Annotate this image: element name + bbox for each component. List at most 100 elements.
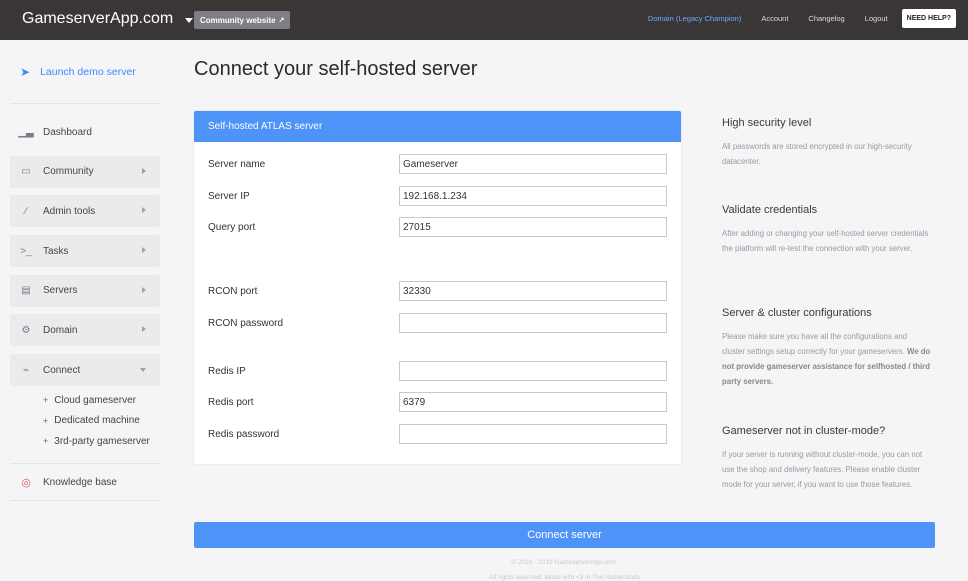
page-title: Connect your self-hosted server [194, 58, 478, 80]
chevron-down-icon [140, 368, 146, 373]
nav-account-link[interactable]: Account [751, 14, 798, 23]
sidebar: ➤ Launch demo server ▁▃ Dashboard ▭ Comm… [10, 40, 160, 502]
nav-logout-link[interactable]: Logout [855, 14, 898, 23]
info-validate: Validate credentials After adding or cha… [722, 204, 932, 256]
sidebar-item-label: Admin tools [43, 205, 96, 217]
sidebar-item-admin-tools[interactable]: ∕ Admin tools [10, 195, 160, 228]
need-help-button[interactable]: NEED HELP? [901, 9, 956, 28]
form-row-query-port: Query port 27015 [208, 217, 668, 237]
sidebar-item-dashboard[interactable]: ▁▃ Dashboard [10, 116, 160, 148]
wand-icon: ∕ [25, 205, 27, 217]
server-form-card: Self-hosted ATLAS server Server name Gam… [194, 111, 681, 464]
chart-icon: ▁▃ [18, 126, 34, 138]
redis-password-label: Redis password [208, 428, 280, 440]
sidebar-subitem-3rd-party-gameserver[interactable]: + 3rd-party gameserver [10, 431, 160, 452]
form-row-server-name: Server name Gameserver [208, 154, 668, 174]
server-ip-label: Server IP [208, 190, 250, 202]
chevron-down-icon [185, 17, 194, 23]
footer-copyright: © 2016 - 2019 GameserverApp.com. [511, 559, 618, 566]
form-row-server-ip: Server IP 192.168.1.234 [208, 186, 668, 206]
query-port-label: Query port [208, 221, 256, 233]
info-config-title: Server & cluster configurations [722, 307, 872, 319]
sidebar-subitem-cloud-gameserver[interactable]: + Cloud gameserver [10, 390, 160, 411]
sidebar-item-knowledge-base[interactable]: ◎ Knowledge base [10, 463, 160, 502]
sidebar-item-label: Community [43, 166, 94, 178]
form-row-redis-port: Redis port 6379 [208, 392, 668, 412]
chevron-right-icon [142, 286, 146, 293]
chevron-right-icon [142, 326, 146, 333]
nav-changelog-link[interactable]: Changelog [798, 14, 854, 23]
info-validate-title: Validate credentials [722, 204, 818, 216]
subitem-label: 3rd-party gameserver [54, 435, 150, 447]
form-row-redis-password: Redis password [208, 424, 668, 444]
sidebar-item-connect[interactable]: ⌁ Connect [10, 354, 160, 387]
redis-password-input[interactable] [399, 424, 667, 444]
sidebar-item-servers[interactable]: ▤ Servers [10, 274, 160, 307]
info-config: Server & cluster configurations Please m… [722, 307, 932, 389]
form-row-rcon-password: RCON password [208, 313, 668, 333]
info-config-body: Please make sure you have all the config… [722, 329, 932, 389]
server-name-label: Server name [208, 158, 266, 170]
nav-domain-link[interactable]: Domain (Legacy Champion) [638, 14, 751, 23]
plus-icon: + [43, 415, 49, 426]
info-cluster-title: Gameserver not in cluster-mode? [722, 425, 886, 437]
chevron-right-icon [142, 247, 146, 254]
external-link-icon: ↗ [278, 17, 285, 24]
brand-name: GameserverApp.com [22, 10, 174, 27]
launch-demo-server-link[interactable]: ➤ Launch demo server [10, 40, 160, 104]
sidebar-item-domain[interactable]: ⚙ Domain [10, 314, 160, 347]
sidebar-item-community[interactable]: ▭ Community [10, 155, 160, 188]
window-icon: ▭ [21, 166, 31, 178]
server-ip-input[interactable]: 192.168.1.234 [399, 186, 667, 206]
info-security-title: High security level [722, 117, 812, 129]
plug-icon: ⌁ [22, 364, 30, 376]
info-security-text: All passwords are stored encrypted in ou… [722, 142, 912, 166]
sidebar-item-label: Servers [43, 285, 78, 297]
community-website-label: Community website [200, 15, 276, 25]
form-row-rcon-port: RCON port 32330 [208, 281, 668, 301]
sidebar-item-tasks[interactable]: >_ Tasks [10, 235, 160, 268]
redis-port-label: Redis port [208, 396, 254, 408]
card-header: Self-hosted ATLAS server [194, 111, 681, 142]
rcon-password-label: RCON password [208, 317, 284, 329]
sidebar-item-label: Connect [43, 364, 81, 376]
chevron-right-icon [142, 167, 146, 174]
info-security: High security level All passwords are st… [722, 117, 932, 169]
plus-icon: + [43, 395, 49, 406]
connect-server-button[interactable]: Connect server [194, 522, 935, 548]
top-bar: GameserverApp.com Community website ↗ Do… [0, 0, 968, 40]
community-website-button[interactable]: Community website ↗ [194, 11, 291, 29]
info-validate-text: After adding or changing your self-hoste… [722, 229, 929, 253]
redis-ip-input[interactable] [399, 361, 667, 381]
server-icon: ▤ [21, 285, 31, 297]
footer-rights: All rights reserved. Made with <3 in The… [488, 574, 641, 581]
info-config-text: Please make sure you have all the config… [722, 332, 908, 356]
sidebar-subitem-dedicated-machine[interactable]: + Dedicated machine [10, 410, 160, 431]
rcon-password-input[interactable] [399, 313, 667, 333]
terminal-icon: >_ [20, 245, 32, 257]
info-cluster-text: If your server is running without cluste… [722, 450, 923, 489]
sidebar-item-label: Dashboard [43, 126, 92, 138]
plus-icon: + [43, 436, 49, 447]
redis-port-input[interactable]: 6379 [399, 392, 667, 412]
sidebar-item-label: Tasks [43, 245, 69, 257]
server-name-input[interactable]: Gameserver [399, 154, 667, 174]
subitem-label: Cloud gameserver [54, 394, 136, 406]
redis-ip-label: Redis IP [208, 365, 246, 377]
subitem-label: Dedicated machine [54, 415, 140, 427]
info-cluster: Gameserver not in cluster-mode? If your … [722, 425, 932, 492]
top-nav: Domain (Legacy Champion) Account Changel… [638, 9, 956, 28]
rcon-port-input[interactable]: 32330 [399, 281, 667, 301]
gear-icon: ⚙ [21, 324, 31, 336]
rcon-port-label: RCON port [208, 285, 258, 297]
sidebar-item-label: Domain [43, 324, 78, 336]
brand-menu[interactable]: GameserverApp.com [22, 10, 194, 28]
form-row-redis-ip: Redis IP [208, 361, 668, 381]
connect-submenu: + Cloud gameserver + Dedicated machine +… [10, 390, 160, 452]
lifebuoy-icon: ◎ [21, 476, 31, 489]
chevron-right-icon [142, 207, 146, 214]
launch-demo-label: Launch demo server [40, 65, 136, 78]
rocket-icon: ➤ [20, 64, 31, 79]
sidebar-item-label: Knowledge base [43, 476, 117, 488]
query-port-input[interactable]: 27015 [399, 217, 667, 237]
